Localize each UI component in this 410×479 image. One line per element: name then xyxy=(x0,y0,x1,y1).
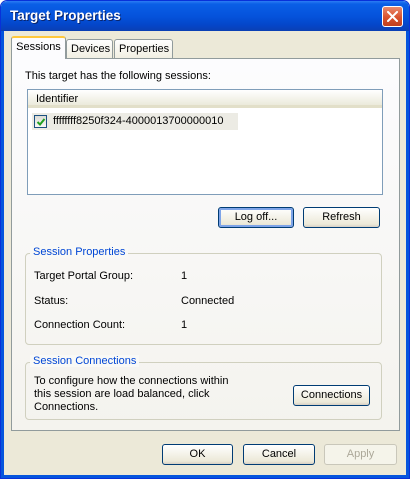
tab-properties-label: Properties xyxy=(119,43,170,55)
target-portal-group-value: 1 xyxy=(181,270,188,282)
sessions-list[interactable]: Identifier ffffffff8250f324-400001370000… xyxy=(27,89,383,195)
connections-button[interactable]: Connections xyxy=(293,385,370,406)
session-connections-title: Session Connections xyxy=(30,355,140,367)
log-off-button[interactable]: Log off... xyxy=(218,207,294,228)
connections-label: Connections xyxy=(300,389,363,401)
window-title: Target Properties xyxy=(10,8,121,23)
cancel-label: Cancel xyxy=(261,448,297,460)
connection-count-label: Connection Count: xyxy=(34,319,126,331)
close-button[interactable] xyxy=(382,6,403,27)
window-frame-left xyxy=(1,31,4,478)
session-identifier: ffffffff8250f324-4000013700000010 xyxy=(53,115,224,127)
status-label: Status: xyxy=(34,295,69,307)
tab-properties[interactable]: Properties xyxy=(114,39,173,58)
list-item[interactable]: ffffffff8250f324-4000013700000010 xyxy=(32,113,238,130)
checkmark-icon xyxy=(36,118,46,126)
close-icon xyxy=(387,11,398,22)
cancel-button[interactable]: Cancel xyxy=(243,444,315,465)
connections-description-line-2: this session are load balanced, click xyxy=(34,388,210,400)
tab-sessions[interactable]: Sessions xyxy=(11,36,66,59)
sessions-intro-text: This target has the following sessions: xyxy=(25,70,211,82)
target-portal-group-label: Target Portal Group: xyxy=(34,270,134,282)
connections-description-line-3: Connections. xyxy=(34,401,99,413)
column-header-identifier[interactable]: Identifier xyxy=(28,90,382,108)
log-off-label: Log off... xyxy=(234,211,278,223)
session-checkbox[interactable] xyxy=(34,115,47,128)
tab-sessions-label: Sessions xyxy=(16,41,61,53)
status-value: Connected xyxy=(181,295,235,307)
connection-count-value: 1 xyxy=(181,319,188,331)
ok-label: OK xyxy=(189,448,206,460)
refresh-button[interactable]: Refresh xyxy=(303,207,380,228)
column-header-label: Identifier xyxy=(36,93,79,105)
apply-label: Apply xyxy=(346,448,375,460)
window-frame-bottom xyxy=(1,475,409,478)
apply-button[interactable]: Apply xyxy=(324,444,397,465)
dialog-window: Target Properties Sessions Devices Prope… xyxy=(0,0,410,479)
tab-devices-label: Devices xyxy=(71,43,111,55)
window-frame-right xyxy=(406,31,409,478)
connections-description-line-1: To configure how the connections within xyxy=(34,375,229,387)
ok-button[interactable]: OK xyxy=(162,444,233,465)
title-bar[interactable]: Target Properties xyxy=(1,1,409,31)
refresh-label: Refresh xyxy=(322,211,361,223)
tab-devices[interactable]: Devices xyxy=(66,39,113,58)
session-properties-title: Session Properties xyxy=(30,246,129,258)
